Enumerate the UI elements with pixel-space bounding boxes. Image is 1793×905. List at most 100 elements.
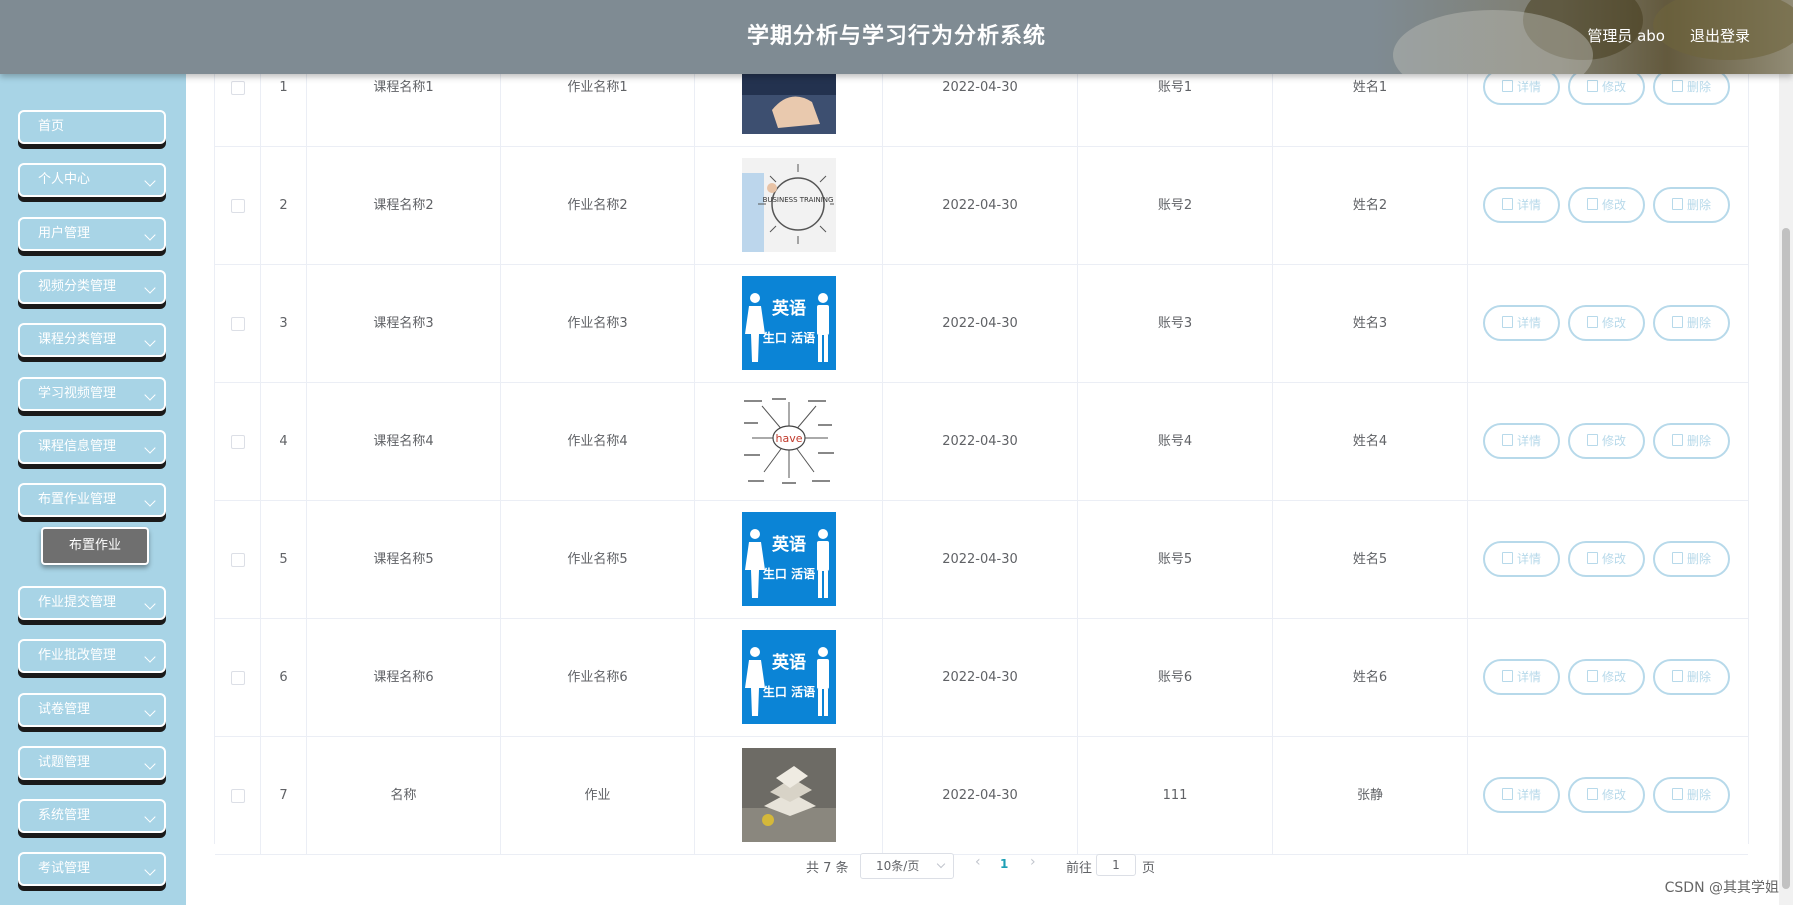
detail-button[interactable]: 详情 — [1483, 777, 1560, 813]
account-cell: 账号4 — [1078, 383, 1273, 501]
name-cell: 姓名4 — [1273, 383, 1468, 501]
row-checkbox[interactable] — [230, 198, 245, 213]
image-cell: 英语 生口 活语 — [695, 619, 883, 737]
table-row[interactable]: 7 名称 作业 2022-04-30 111 张静 详情 修改 删除 — [215, 737, 1748, 855]
menu-item-assign-homework[interactable]: 布置作业管理 — [18, 483, 166, 517]
menu-item-label: 试卷管理 — [38, 702, 91, 717]
delete-button[interactable]: 删除 — [1653, 541, 1730, 577]
image-text: 英语 — [772, 652, 806, 673]
menu-item-study-video[interactable]: 学习视频管理 — [18, 377, 166, 411]
select-cell — [215, 147, 261, 265]
select-cell — [215, 737, 261, 855]
scrollbar-thumb[interactable] — [1782, 228, 1790, 889]
row-checkbox[interactable] — [230, 80, 245, 95]
menu-item-system[interactable]: 系统管理 — [18, 799, 166, 833]
logout-link[interactable]: 退出登录 — [1690, 0, 1750, 72]
menu-item-homework-submit[interactable]: 作业提交管理 — [18, 586, 166, 620]
delete-button[interactable]: 删除 — [1653, 659, 1730, 695]
trash-icon — [1671, 670, 1683, 682]
page-title: 学期分析与学习行为分析系统 — [746, 24, 1046, 49]
watermark: CSDN @其其学姐 — [1664, 880, 1779, 896]
detail-button[interactable]: 详情 — [1483, 541, 1560, 577]
next-page-icon[interactable]: › — [1030, 854, 1036, 870]
table-row[interactable]: 5 课程名称5 作业名称5 英语 生口 活语 2022-04-30 账号5 姓名… — [215, 501, 1748, 619]
course-name-cell: 课程名称2 — [307, 147, 501, 265]
menu-item-video-category[interactable]: 视频分类管理 — [18, 270, 166, 304]
row-checkbox[interactable] — [230, 670, 245, 685]
menu-item-paper[interactable]: 试卷管理 — [18, 693, 166, 727]
menu-item-course-category[interactable]: 课程分类管理 — [18, 323, 166, 357]
homework-image: have — [742, 394, 836, 488]
row-checkbox[interactable] — [230, 316, 245, 331]
edit-button[interactable]: 修改 — [1568, 423, 1645, 459]
edit-icon — [1586, 198, 1598, 210]
chevron-down-icon — [144, 389, 156, 401]
edit-button[interactable]: 修改 — [1568, 187, 1645, 223]
detail-button[interactable]: 详情 — [1483, 69, 1560, 105]
actions-cell: 详情 修改 删除 — [1468, 383, 1748, 501]
edit-icon — [1586, 80, 1598, 92]
page-suffix-label: 页 — [1142, 861, 1156, 876]
submenu-item-assign-homework[interactable]: 布置作业 — [41, 527, 149, 565]
image-cell: 英语 生口 活语 — [695, 265, 883, 383]
page-size-select[interactable]: 10条/页 — [860, 853, 954, 879]
delete-button[interactable]: 删除 — [1653, 187, 1730, 223]
sidebar: 首页 个人中心 用户管理 视频分类管理 课程分类管理 学习视频管理 课程信息管理… — [0, 0, 186, 905]
chevron-down-icon — [144, 282, 156, 294]
edit-button[interactable]: 修改 — [1568, 659, 1645, 695]
menu-item-label: 首页 — [38, 119, 65, 134]
chevron-down-icon — [144, 175, 156, 187]
menu-item-homework-grading[interactable]: 作业批改管理 — [18, 639, 166, 673]
delete-button[interactable]: 删除 — [1653, 777, 1730, 813]
edit-button[interactable]: 修改 — [1568, 305, 1645, 341]
goto-page-input[interactable] — [1096, 854, 1136, 876]
course-name-cell: 名称 — [307, 737, 501, 855]
table-row[interactable]: 4 课程名称4 作业名称4 have 2022-04-30 账号4 姓名4 详情… — [215, 383, 1748, 501]
detail-button[interactable]: 详情 — [1483, 659, 1560, 695]
date-cell: 2022-04-30 — [883, 147, 1078, 265]
prev-page-icon[interactable]: ‹ — [975, 854, 981, 870]
pagination: 共 7 条 10条/页 ‹ 1 › 前往 页 — [0, 850, 1793, 880]
delete-button[interactable]: 删除 — [1653, 423, 1730, 459]
homework-image: BUSINESS TRAINING — [742, 158, 836, 252]
menu-item-question[interactable]: 试题管理 — [18, 746, 166, 780]
document-icon — [1501, 316, 1513, 328]
chevron-down-icon — [144, 229, 156, 241]
table-row[interactable]: 3 课程名称3 作业名称3 英语 生口 活语 2022-04-30 账号3 姓名… — [215, 265, 1748, 383]
current-user: 管理员 abo — [1587, 27, 1665, 45]
edit-button[interactable]: 修改 — [1568, 69, 1645, 105]
edit-button[interactable]: 修改 — [1568, 777, 1645, 813]
select-cell — [215, 383, 261, 501]
row-checkbox[interactable] — [230, 788, 245, 803]
delete-button[interactable]: 删除 — [1653, 69, 1730, 105]
page-scrollbar[interactable] — [1779, 74, 1793, 905]
table-row[interactable]: 6 课程名称6 作业名称6 英语 生口 活语 2022-04-30 账号6 姓名… — [215, 619, 1748, 737]
menu-item-user-management[interactable]: 用户管理 — [18, 217, 166, 251]
edit-button[interactable]: 修改 — [1568, 541, 1645, 577]
menu-item-course-info[interactable]: 课程信息管理 — [18, 430, 166, 464]
chevron-down-icon — [144, 758, 156, 770]
homework-name-cell: 作业名称5 — [501, 501, 695, 619]
detail-button[interactable]: 详情 — [1483, 187, 1560, 223]
index-cell: 5 — [261, 501, 307, 619]
document-icon — [1501, 434, 1513, 446]
table-row[interactable]: 2 课程名称2 作业名称2 BUSINESS TRAINING 2022-04-… — [215, 147, 1748, 265]
select-cell — [215, 619, 261, 737]
menu-item-home[interactable]: 首页 — [18, 110, 166, 144]
account-cell: 111 — [1078, 737, 1273, 855]
row-checkbox[interactable] — [230, 434, 245, 449]
detail-button[interactable]: 详情 — [1483, 423, 1560, 459]
detail-button[interactable]: 详情 — [1483, 305, 1560, 341]
homework-name-cell: 作业名称6 — [501, 619, 695, 737]
document-icon — [1501, 80, 1513, 92]
image-cell: BUSINESS TRAINING — [695, 147, 883, 265]
document-icon — [1501, 552, 1513, 564]
page-number[interactable]: 1 — [1000, 857, 1008, 871]
menu-item-personal-center[interactable]: 个人中心 — [18, 163, 166, 197]
row-checkbox[interactable] — [230, 552, 245, 567]
menu-item-label: 视频分类管理 — [38, 279, 117, 294]
course-name-cell: 课程名称5 — [307, 501, 501, 619]
index-cell: 2 — [261, 147, 307, 265]
delete-button[interactable]: 删除 — [1653, 305, 1730, 341]
account-cell: 账号6 — [1078, 619, 1273, 737]
